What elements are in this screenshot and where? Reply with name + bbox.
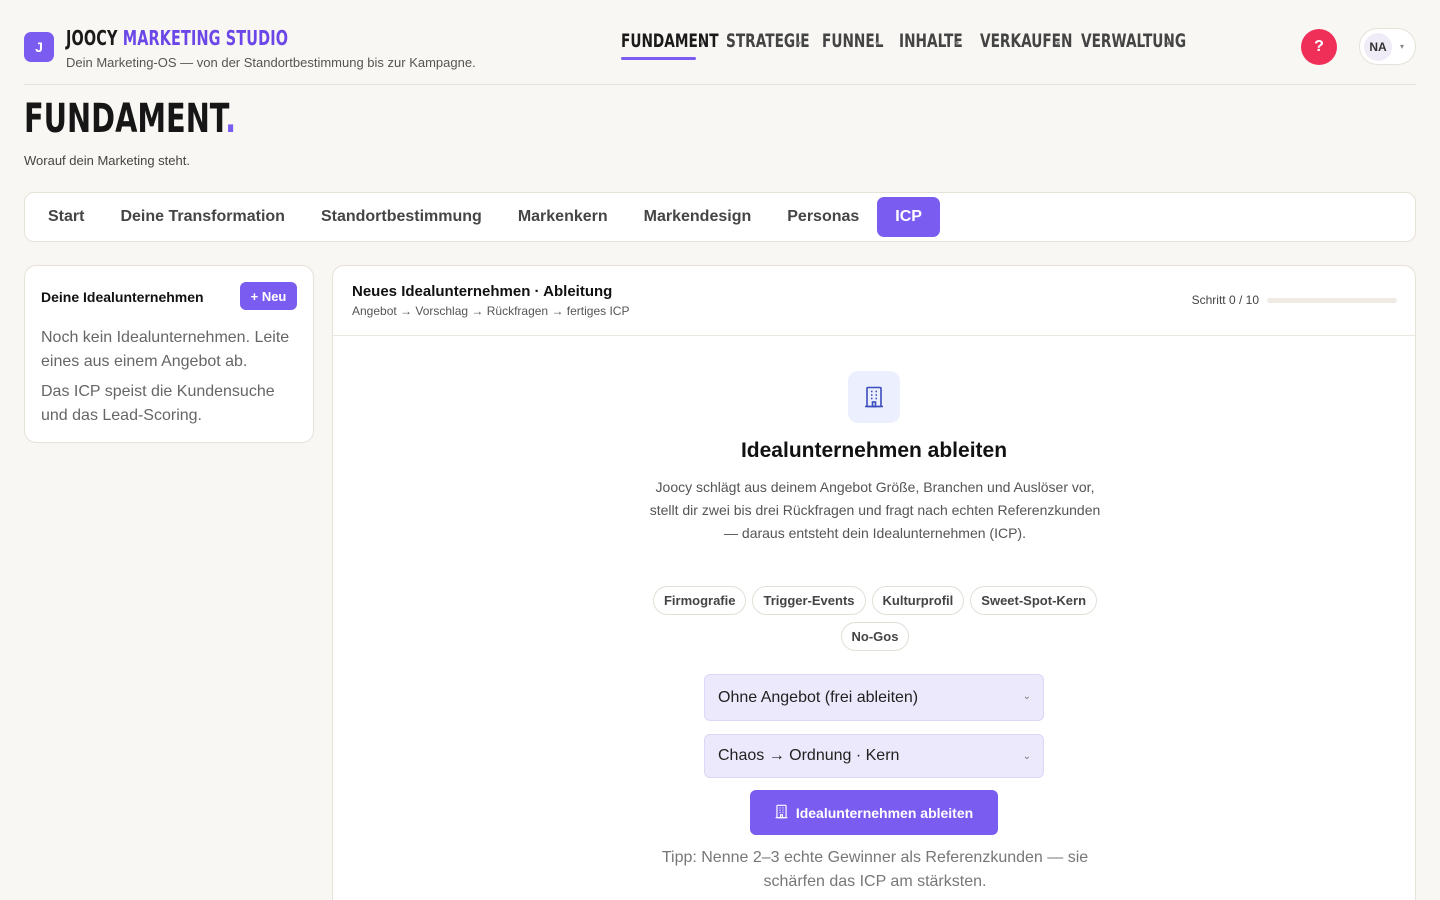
page-title-dot: . [225, 96, 237, 142]
panel-title: Deine Idealunternehmen [41, 289, 204, 305]
tab-start[interactable]: Start [30, 197, 102, 237]
card-header: Neues Idealunternehmen · Ableitung Angeb… [333, 266, 1415, 336]
chevron-down-icon: ⌄ [1022, 751, 1031, 762]
chevron-down-icon: ▾ [955, 39, 960, 48]
nav-fundament[interactable]: FUNDAMENT ▾ [621, 30, 726, 60]
tab-markenkern[interactable]: Markenkern [500, 197, 626, 237]
brand-name: JOOCY MARKETING STUDIO [66, 26, 374, 51]
new-ideal-company-button[interactable]: + Neu [240, 282, 297, 310]
progress-bar [1267, 298, 1397, 303]
nav-strategie[interactable]: STRATEGIE ▾ [726, 30, 822, 60]
help-button[interactable]: ? [1301, 29, 1337, 65]
chevron-down-icon: ▾ [875, 39, 880, 48]
tab-icp[interactable]: ICP [877, 197, 940, 237]
nav-funnel[interactable]: FUNNEL ▾ [822, 30, 899, 60]
chevron-down-icon: ▾ [1399, 42, 1404, 51]
transformation-select-value: Chaos → Ordnung · Kern [718, 747, 900, 764]
icp-components: Firmografie Trigger-Events Kulturprofil … [633, 586, 1117, 651]
step-counter: Schritt 0 / 10 [1191, 293, 1259, 307]
chip-kulturprofil: Kulturprofil [871, 586, 965, 615]
building-icon [775, 804, 788, 822]
brand-part-1: JOOCY [66, 26, 118, 50]
tab-deine-transformation[interactable]: Deine Transformation [102, 197, 302, 237]
card-title: Neues Idealunternehmen · Ableitung [352, 283, 613, 300]
empty-state-hint: Das ICP speist die Kundensuche und das L… [41, 383, 275, 424]
ideal-companies-panel: Deine Idealunternehmen + Neu Noch kein I… [24, 265, 314, 443]
derive-button-label: Idealunternehmen ableiten [795, 804, 974, 821]
chip-trigger-events: Trigger-Events [752, 586, 866, 615]
transformation-select[interactable]: Chaos → Ordnung · Kern ⌄ [704, 734, 1044, 778]
nav-verwaltung[interactable]: VERWALTUNG ▾ [1081, 30, 1186, 60]
page-title-text: FUNDAMENT [24, 96, 226, 142]
chip-sweet-spot-kern: Sweet-Spot-Kern [970, 586, 1098, 615]
chevron-down-icon: ▾ [1166, 39, 1171, 48]
app-logo[interactable]: J [24, 32, 54, 62]
nav-inhalte[interactable]: INHALTE ▾ [899, 30, 980, 60]
section-tabs: Start Deine Transformation Standortbesti… [24, 192, 1416, 242]
building-icon [848, 371, 900, 423]
chevron-down-icon: ▾ [700, 39, 705, 48]
nav-label: VERWALTUNG [1081, 30, 1187, 52]
derive-ideal-company-button[interactable]: Idealunternehmen ableiten [750, 790, 998, 835]
offer-select[interactable]: Ohne Angebot (frei ableiten) ⌄ [704, 674, 1044, 721]
empty-state-text: Noch kein Idealunternehmen. Leite eines … [41, 329, 290, 370]
tab-personas[interactable]: Personas [769, 197, 877, 237]
active-nav-indicator [621, 57, 696, 60]
chevron-down-icon: ▾ [797, 39, 802, 48]
avatar: NA [1364, 33, 1392, 61]
nav-label: INHALTE [899, 30, 963, 52]
brand-part-2: MARKETING STUDIO [122, 26, 289, 50]
tip-text: Tipp: Nenne 2–3 echte Gewinner als Refer… [661, 849, 1089, 890]
step-path: Angebot → Vorschlag → Rückfragen → ferti… [352, 304, 630, 318]
main-nav: FUNDAMENT ▾ STRATEGIE ▾ FUNNEL ▾ INHALTE… [621, 30, 1186, 60]
page-subtitle: Worauf dein Marketing steht. [24, 153, 190, 168]
hero-description: Joocy schlägt aus deinem Angebot Größe, … [649, 479, 1101, 541]
chevron-down-icon: ▾ [1056, 39, 1061, 48]
chip-firmografie: Firmografie [652, 586, 747, 615]
icp-derivation-card: Neues Idealunternehmen · Ableitung Angeb… [332, 265, 1416, 900]
tab-markendesign[interactable]: Markendesign [626, 197, 770, 237]
tab-standortbestimmung[interactable]: Standortbestimmung [303, 197, 500, 237]
app-header: J JOOCY MARKETING STUDIO Dein Marketing-… [24, 0, 1416, 85]
chip-no-gos: No-Gos [840, 622, 910, 651]
brand-tagline: Dein Marketing-OS — von der Standortbest… [66, 55, 476, 70]
chevron-down-icon: ⌄ [1022, 691, 1031, 702]
offer-select-value: Ohne Angebot (frei ableiten) [718, 688, 919, 706]
nav-verkaufen[interactable]: VERKAUFEN ▾ [980, 30, 1081, 60]
page-title: FUNDAMENT. [24, 96, 318, 142]
hero-title: Idealunternehmen ableiten [740, 439, 1008, 462]
user-menu-button[interactable]: NA ▾ [1359, 28, 1416, 65]
